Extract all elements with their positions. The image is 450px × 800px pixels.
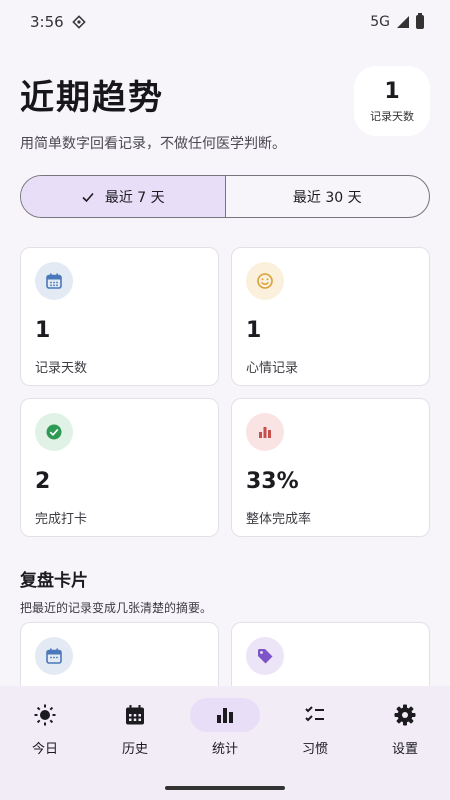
network-label: 5G: [370, 14, 390, 30]
check-circle-icon: [35, 413, 73, 451]
range-30-days-button[interactable]: 最近 30 天: [224, 176, 430, 217]
section-subtitle: 把最近的记录变成几张清楚的摘要。: [20, 601, 213, 615]
page-subtitle: 用简单数字回看记录，不做任何医学判断。: [20, 136, 286, 152]
sun-icon: [10, 698, 80, 732]
calendar-icon: [35, 637, 73, 675]
status-bar: 3:56 5G: [0, 0, 450, 44]
nav-label: 今日: [31, 742, 58, 757]
checklist-icon: [280, 698, 350, 732]
nav-settings[interactable]: 设置: [360, 698, 450, 800]
stat-value: 1: [35, 318, 51, 343]
badge-value: 1: [384, 78, 400, 104]
gear-icon: [370, 698, 440, 732]
tag-icon: [246, 637, 284, 675]
nav-label: 设置: [391, 742, 418, 757]
record-days-badge: 1 记录天数: [354, 66, 430, 136]
stat-card-mood-records: 1 心情记录: [231, 247, 430, 386]
bar-chart-icon: [190, 698, 260, 732]
nav-habits[interactable]: 习惯: [270, 698, 360, 800]
battery-icon: [416, 13, 424, 29]
stat-card-record-days: 1 记录天数: [20, 247, 219, 386]
stat-card-checkins: 2 完成打卡: [20, 398, 219, 537]
review-section: 复盘卡片 把最近的记录变成几张清楚的摘要。: [20, 566, 430, 616]
badge-label: 记录天数: [370, 109, 414, 123]
signal-icon: [397, 16, 409, 28]
page-header: 近期趋势 用简单数字回看记录，不做任何医学判断。 1 记录天数: [20, 66, 430, 153]
nav-stats[interactable]: 统计: [180, 698, 270, 800]
stat-value: 1: [246, 318, 262, 343]
stat-card-completion-rate: 33% 整体完成率: [231, 398, 430, 537]
stat-label: 整体完成率: [246, 512, 312, 527]
app-notification-icon: [71, 15, 86, 29]
stat-value: 33%: [246, 469, 299, 494]
section-title: 复盘卡片: [20, 571, 88, 591]
nav-history[interactable]: 历史: [90, 698, 180, 800]
bar-chart-icon: [246, 413, 284, 451]
range-30-days-label: 最近 30 天: [292, 189, 362, 206]
calendar-icon: [35, 262, 73, 300]
stat-label: 完成打卡: [35, 512, 88, 527]
nav-label: 习惯: [301, 742, 328, 757]
nav-label: 历史: [121, 742, 148, 757]
nav-today[interactable]: 今日: [0, 698, 90, 800]
stats-grid: 1 记录天数 1 心情记录 2 完成打卡 33% 整体完成率: [20, 247, 430, 537]
range-selector: 最近 7 天 最近 30 天: [20, 175, 430, 218]
calendar-icon: [100, 698, 170, 732]
home-indicator[interactable]: [165, 786, 285, 790]
range-7-days-label: 最近 7 天: [104, 189, 165, 206]
stat-label: 记录天数: [35, 361, 88, 376]
smiley-icon: [246, 262, 284, 300]
stat-label: 心情记录: [246, 361, 299, 376]
check-icon: [82, 192, 94, 202]
status-time: 3:56: [30, 13, 64, 31]
stat-value: 2: [35, 469, 51, 494]
bottom-nav: 今日 历史 统计 习惯 设置: [0, 686, 450, 800]
nav-label: 统计: [211, 742, 238, 757]
range-7-days-button[interactable]: 最近 7 天: [21, 176, 225, 217]
